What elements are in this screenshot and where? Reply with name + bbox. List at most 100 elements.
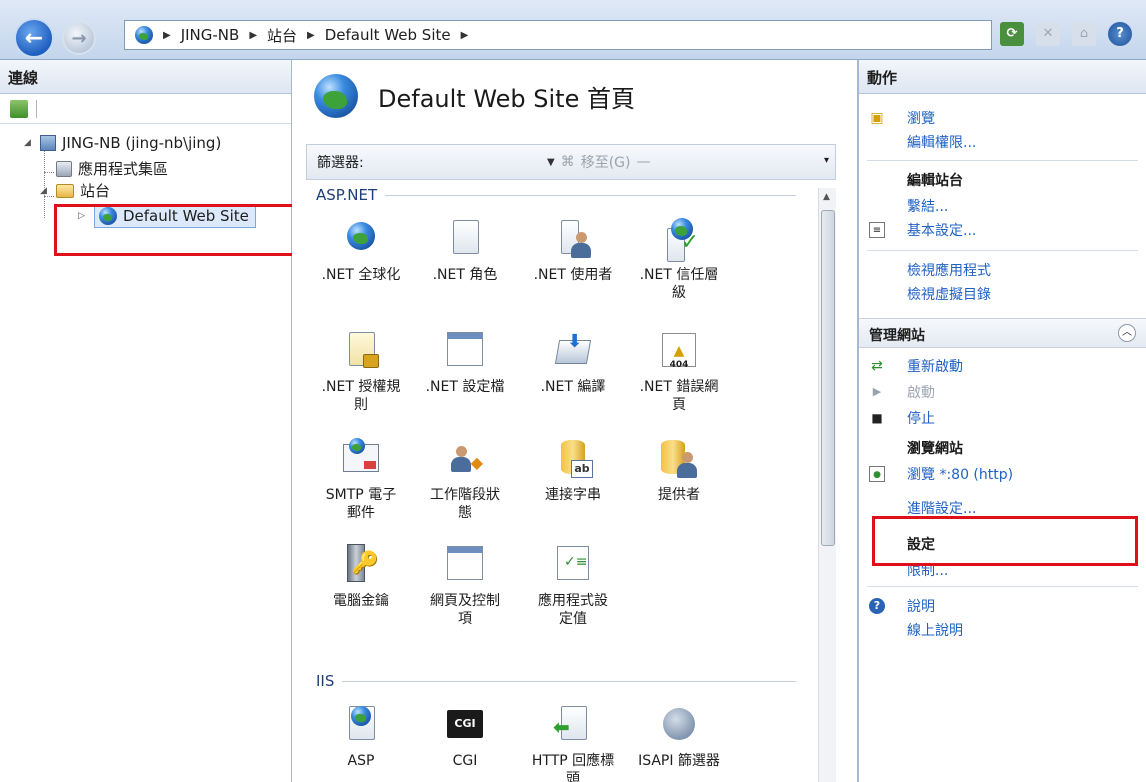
help-icon: ?	[869, 598, 885, 614]
chevron-right-icon: ▶	[460, 29, 469, 41]
feature-label-cont: 頁	[672, 397, 686, 414]
filter-bar: 篩選器: ▼ ⌘ 移至(G) — ▾	[306, 144, 836, 180]
app-pool-icon	[56, 160, 72, 177]
action-advanced-settings[interactable]: 進階設定...	[907, 498, 976, 518]
feature-net-error-pages[interactable]: ▲ 404 .NET 錯誤網 頁	[624, 330, 734, 414]
feature-machine-key[interactable]: 🔑 電腦金鑰	[306, 544, 416, 610]
feature-label: 電腦金鑰	[333, 593, 389, 609]
feature-app-settings[interactable]: 應用程式設 定值	[518, 544, 628, 628]
feature-session-state[interactable]: ◆ 工作階段狀 態	[410, 438, 520, 522]
feature-net-authorization[interactable]: .NET 授權規 則	[306, 330, 416, 414]
feature-label: .NET 信任層	[639, 267, 719, 283]
restart-icon: ⇄	[871, 358, 883, 374]
connect-icon[interactable]	[10, 99, 28, 118]
feature-http-response-headers[interactable]: ⬅ HTTP 回應標 頭	[518, 704, 628, 782]
action-start[interactable]: 啟動	[907, 382, 935, 402]
section-edit-site: 編輯站台	[907, 173, 963, 189]
stop-icon: ■	[871, 411, 883, 425]
feature-net-users[interactable]: .NET 使用者	[518, 218, 628, 284]
feature-net-globalization[interactable]: .NET 全球化	[306, 218, 416, 284]
toolbar-divider	[36, 99, 37, 118]
goto-button[interactable]: ▼ ⌘ 移至(G) —	[547, 152, 650, 172]
feature-net-roles[interactable]: .NET 角色	[410, 218, 520, 284]
connections-title: 連線	[0, 60, 291, 94]
action-help[interactable]: 說明	[907, 596, 935, 616]
feature-label-cont: 級	[672, 285, 686, 302]
home-icon[interactable]: ⌂	[1072, 22, 1096, 46]
action-bindings[interactable]: 繫結...	[907, 196, 948, 216]
feature-label-cont: 郵件	[347, 505, 375, 522]
section-manage-site[interactable]: 管理網站 ︿	[859, 318, 1146, 348]
feature-net-compilation[interactable]: ⬇ .NET 編譯	[518, 330, 628, 396]
action-edit-permissions[interactable]: 編輯權限...	[907, 132, 976, 152]
tree-node-app-pools[interactable]: 應用程式集區	[56, 158, 168, 179]
session-icon	[451, 446, 473, 476]
feature-label: 工作階段狀	[430, 487, 500, 503]
feature-label: .NET 設定檔	[425, 379, 505, 395]
breadcrumb-server[interactable]: JING-NB	[181, 26, 240, 44]
settings-page-icon: ≡	[869, 222, 885, 238]
action-view-applications[interactable]: 檢視應用程式	[907, 260, 991, 280]
action-online-help[interactable]: 線上說明	[907, 620, 963, 640]
feature-label: HTTP 回應標	[531, 753, 615, 769]
help-icon[interactable]: ?	[1108, 22, 1132, 46]
tree-node-server[interactable]: ◢ JING-NB (jing-nb\jing)	[24, 134, 221, 152]
action-limits[interactable]: 限制...	[907, 560, 948, 580]
feature-smtp-email[interactable]: SMTP 電子 郵件	[306, 438, 416, 522]
dropdown-arrow-icon[interactable]: ▼	[547, 157, 555, 168]
scroll-up-icon[interactable]: ▲	[823, 192, 830, 202]
feature-label-cont: 則	[354, 397, 368, 414]
feature-net-profile[interactable]: .NET 設定檔	[410, 330, 520, 396]
scroll-down-icon[interactable]: ▾	[824, 155, 829, 166]
page-title-text: Default Web Site 首頁	[378, 84, 635, 113]
filter-label[interactable]: 篩選器:	[317, 152, 547, 172]
selected-node[interactable]: Default Web Site	[94, 204, 256, 228]
feature-label: ASP	[347, 753, 375, 769]
feature-label: 網頁及控制	[430, 593, 500, 609]
roles-icon	[453, 220, 479, 254]
refresh-icon[interactable]: ⟳	[1000, 22, 1024, 46]
feature-label: SMTP 電子	[325, 487, 397, 503]
action-view-virtual-directories[interactable]: 檢視虛擬目錄	[907, 284, 991, 304]
pages-controls-icon	[447, 546, 483, 580]
feature-providers[interactable]: 提供者	[624, 438, 734, 504]
breadcrumb-site[interactable]: Default Web Site	[325, 26, 451, 44]
scrollbar-thumb[interactable]	[821, 210, 835, 546]
start-icon: ▶	[872, 385, 882, 398]
feature-pages-controls[interactable]: 網頁及控制 項	[410, 544, 520, 628]
feature-cgi[interactable]: CGI CGI	[410, 704, 520, 770]
feature-isapi-filters[interactable]: ISAPI 篩選器	[624, 704, 734, 770]
collapse-arrow-icon[interactable]: ▷	[78, 211, 88, 221]
actions-title: 動作	[859, 60, 1146, 94]
address-toolbar: ← → ▶ JING-NB ▶ 站台 ▶ Default Web Site ▶ …	[0, 0, 1146, 60]
back-button[interactable]: ←	[14, 18, 54, 58]
browse-web-icon: ●	[869, 466, 885, 482]
action-browse[interactable]: 瀏覽	[907, 108, 935, 128]
expand-arrow-icon[interactable]: ◢	[24, 138, 34, 148]
tree-node-default-web-site[interactable]: ▷ Default Web Site	[78, 204, 256, 228]
sites-folder-icon	[56, 183, 74, 198]
address-bar[interactable]: ▶ JING-NB ▶ 站台 ▶ Default Web Site ▶	[124, 20, 992, 50]
globe-icon	[99, 207, 117, 225]
feature-asp[interactable]: ASP	[306, 704, 416, 770]
feature-label: 提供者	[658, 487, 700, 503]
feature-net-trust-level[interactable]: ✓ .NET 信任層 級	[624, 218, 734, 302]
browse-icon: ▣	[870, 110, 884, 126]
feature-label-cont: 態	[458, 505, 472, 522]
breadcrumb-sites[interactable]: 站台	[267, 25, 297, 46]
action-stop[interactable]: 停止	[907, 408, 935, 428]
vertical-scrollbar[interactable]: ▲	[818, 188, 836, 782]
action-basic-settings[interactable]: 基本設定...	[907, 220, 976, 240]
forward-button[interactable]: →	[62, 21, 96, 55]
collapse-icon[interactable]: ︿	[1118, 324, 1136, 342]
binoculars-icon: ⌘	[560, 154, 575, 170]
feature-connection-strings[interactable]: ab 連接字串	[518, 438, 628, 504]
feature-label: .NET 使用者	[533, 267, 613, 283]
expand-arrow-icon[interactable]: ◢	[40, 186, 50, 196]
tree-node-sites[interactable]: ◢ 站台	[40, 180, 110, 201]
tree-node-label: Default Web Site	[123, 207, 249, 225]
stop-icon[interactable]: ✕	[1036, 22, 1060, 46]
action-restart[interactable]: 重新啟動	[907, 356, 963, 376]
feature-label: .NET 授權規	[321, 379, 401, 395]
action-browse-80[interactable]: 瀏覽 *:80 (http)	[907, 464, 1013, 484]
